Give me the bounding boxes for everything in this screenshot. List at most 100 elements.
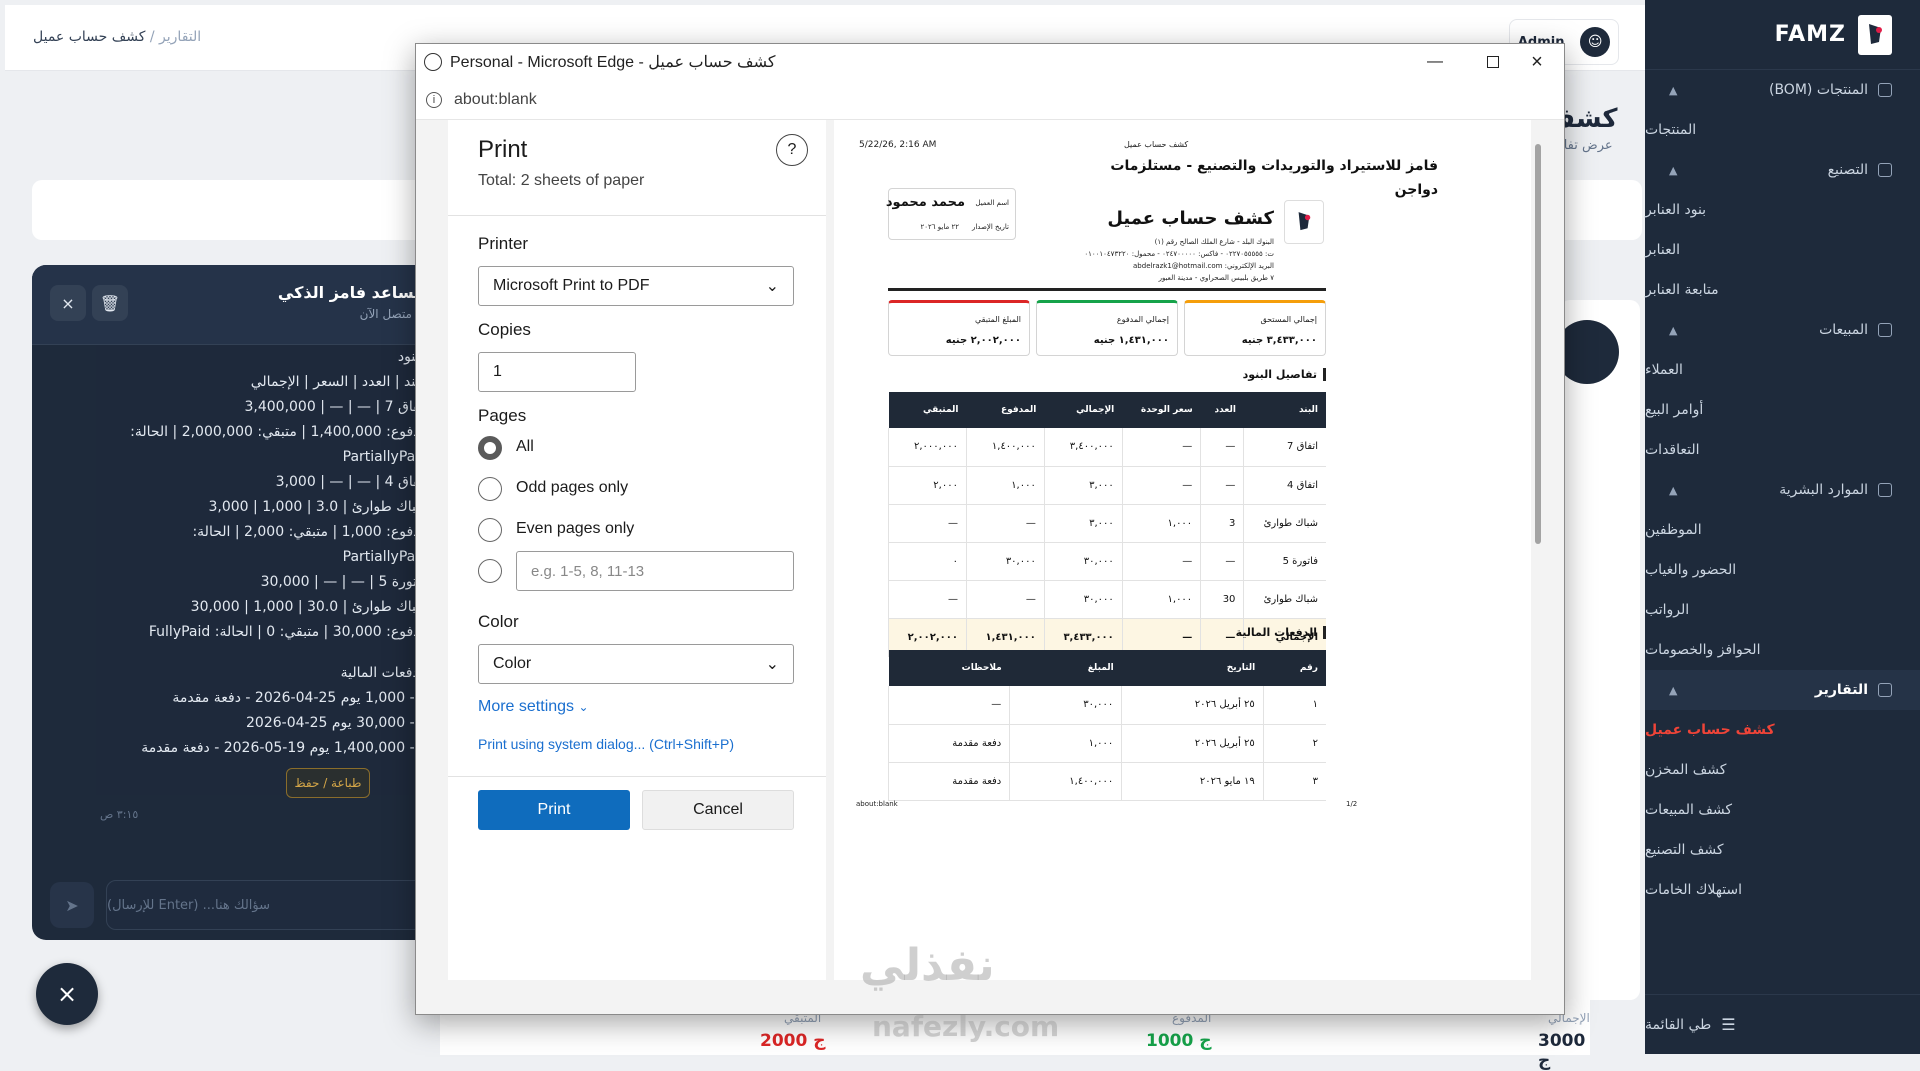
table-cell: اتفاق 7: [1243, 428, 1326, 467]
printer-select[interactable]: Microsoft Print to PDF ⌄: [478, 266, 794, 306]
sidebar-item-13[interactable]: الرواتب: [1645, 590, 1920, 630]
print-save-button[interactable]: طباعة / حفظ: [286, 768, 370, 798]
sidebar-item-label: العملاء: [1645, 362, 1683, 378]
radio-custom-pages[interactable]: [478, 559, 502, 583]
radio-even-pages[interactable]: [478, 518, 502, 542]
sidebar-group-label: المنتجات (BOM): [1768, 82, 1868, 98]
help-icon: ?: [787, 141, 797, 158]
close-window-button[interactable]: ×: [1508, 44, 1566, 80]
sidebar-item-3[interactable]: بنود العنابر: [1645, 190, 1920, 230]
page-range-input[interactable]: e.g. 1-5, 8, 11-13: [516, 551, 794, 591]
chevron-down-icon: ⌄: [765, 278, 779, 295]
sidebar-item-8[interactable]: أوامر البيع: [1645, 390, 1920, 430]
copies-label: Copies: [478, 320, 531, 339]
table-cell: ٠: [888, 542, 967, 581]
section-icon: [1878, 323, 1892, 337]
chat-message-line: شباك طوارئ | 3.0 | 1,000 | 3,000: [208, 499, 428, 515]
copies-input[interactable]: 1: [478, 352, 636, 392]
more-settings-label: More settings: [478, 698, 575, 715]
sidebar-group-6[interactable]: المبيعات ▲: [1645, 310, 1920, 350]
send-button[interactable]: ➤: [50, 882, 94, 928]
sidebar-item-label: أوامر البيع: [1645, 402, 1704, 418]
color-select[interactable]: Color ⌄: [478, 644, 794, 684]
sidebar-item-12[interactable]: الحضور والغياب: [1645, 550, 1920, 590]
sidebar-group-10[interactable]: الموارد البشرية ▲: [1645, 470, 1920, 510]
cancel-button[interactable]: Cancel: [642, 790, 794, 830]
system-dialog-link[interactable]: Print using system dialog... (Ctrl+Shift…: [478, 736, 734, 752]
preview-scroll-thumb[interactable]: [1535, 144, 1541, 544]
radio-odd-pages[interactable]: [478, 477, 502, 501]
sidebar-group-2[interactable]: التصنيع ▲: [1645, 150, 1920, 190]
clear-chat-button[interactable]: 🗑: [92, 285, 128, 321]
collapse-menu-button[interactable]: ☰ طي القائمة: [1645, 994, 1920, 1054]
statement-title: كشف حساب عميل: [1107, 208, 1274, 229]
issue-date-value: ٢٢ مايو ٢٠٢٦: [920, 223, 959, 231]
sidebar-item-11[interactable]: الموظفين: [1645, 510, 1920, 550]
chat-message-line: [102, 645, 452, 661]
chevron-up-icon: ▲: [1669, 163, 1678, 177]
table-cell: 3: [1200, 504, 1244, 543]
company-name: فامز للاستيراد والتوريدات والتصنيع - مست…: [1110, 158, 1438, 174]
sidebar-item-14[interactable]: الحوافز والخصومات: [1645, 630, 1920, 670]
address-bar[interactable]: i about:blank: [416, 80, 1564, 120]
collapse-menu-label: طي القائمة: [1645, 1016, 1712, 1033]
sidebar-item-label: بنود العنابر: [1645, 202, 1707, 218]
sidebar-item-5[interactable]: متابعة العنابر: [1645, 270, 1920, 310]
client-name: محمد محمود: [885, 195, 965, 210]
sidebar-item-17[interactable]: كشف المخزن: [1645, 750, 1920, 790]
table-cell: ٣,٤٠٠,٠٠٠: [1043, 428, 1123, 467]
sidebar-group-label: التقارير: [1814, 682, 1868, 698]
print-doc-title: كشف حساب عميل: [1124, 140, 1189, 149]
table-cell: —: [965, 504, 1045, 543]
table-cell: ١: [1262, 686, 1326, 725]
table-header-cell: العدد: [1200, 392, 1244, 428]
sidebar-item-4[interactable]: العنابر: [1645, 230, 1920, 270]
sidebar-item-19[interactable]: كشف التصنيع: [1645, 830, 1920, 870]
paid-value: ١,٤٣١,٠٠٠ جنيه: [1093, 335, 1169, 346]
sidebar-item-7[interactable]: العملاء: [1645, 350, 1920, 390]
table-cell: —: [1200, 428, 1244, 467]
chat-message-line: PartiallyPaid: [342, 449, 428, 465]
table-cell: دفعة مقدمة: [887, 762, 1010, 801]
chat-message-line: اتفاق 7 | — | — | 3,400,000: [244, 399, 429, 415]
sidebar-item-1[interactable]: المنتجات: [1645, 110, 1920, 150]
remaining-value: ٢,٠٠٢,٠٠٠ جنيه: [945, 335, 1021, 346]
chat-message-line: PartiallyPaid: [342, 549, 428, 565]
table-cell: ١,٠٠٠: [1009, 724, 1122, 763]
sidebar-group-0[interactable]: المنتجات (BOM) ▲: [1645, 70, 1920, 110]
sidebar-item-16[interactable]: كشف حساب عميل: [1645, 710, 1920, 750]
payments-table: رقم التاريخ المبلغ ملاحظات ١ ٢٥ أبريل ٢٠٢٦ ٣٠,…: [887, 650, 1326, 801]
watermark-url: nafezly.com: [872, 1010, 1060, 1043]
table-row: اتفاق 7— —٣,٤٠٠,٠٠٠ ١,٤٠٠,٠٠٠ ٢,٠٠٠,٠٠٠: [888, 428, 1326, 467]
summary-due-card: إجمالي المستحق ٣,٤٣٣,٠٠٠ جنيه: [1184, 300, 1326, 356]
breadcrumb-separator: /: [149, 29, 155, 45]
table-row: ٢ ٢٥ أبريل ٢٠٢٦ ١,٠٠٠ دفعة مقدمة: [887, 724, 1326, 763]
table-row: شباك طوارئ 30 ١,٠٠٠ ٣٠,٠٠٠— —: [888, 580, 1326, 619]
sidebar-item-label: كشف حساب عميل: [1645, 722, 1775, 738]
table-row: شباك طوارئ 3 ١,٠٠٠ ٣,٠٠٠— —: [888, 504, 1326, 543]
window-titlebar[interactable]: Personal - Microsoft Edge - كشف حساب عمي…: [416, 44, 1564, 80]
minimize-button[interactable]: —: [1406, 44, 1464, 80]
table-cell: ٣,٠٠٠: [1043, 466, 1123, 505]
chat-toggle-button[interactable]: ×: [36, 963, 98, 1025]
sidebar-item-18[interactable]: كشف المبيعات: [1645, 790, 1920, 830]
help-button[interactable]: ?: [776, 134, 808, 166]
section-icon: [1878, 163, 1892, 177]
items-table: البند العدد سعر الوحدة الإجمالي المدفوع المتب…: [888, 392, 1326, 657]
chat-input[interactable]: سؤالك هنا... (Enter للإرسال): [106, 880, 436, 930]
chat-message-line: الدفعات المالية: [340, 665, 428, 681]
chat-status-text: متصل الآن: [359, 307, 412, 321]
table-row: اتفاق 4— —٣,٠٠٠ ١,٠٠٠ ٢,٠٠٠: [888, 466, 1326, 505]
breadcrumb-current: كشف حساب عميل: [33, 29, 146, 45]
radio-all-pages[interactable]: [478, 436, 502, 460]
sidebar-item-20[interactable]: استهلاك الخامات: [1645, 870, 1920, 910]
chevron-down-icon: ⌄: [765, 656, 779, 673]
more-settings-link[interactable]: More settings ⌄: [478, 698, 589, 716]
sidebar-item-9[interactable]: التعاقدات: [1645, 430, 1920, 470]
close-chat-button[interactable]: ×: [50, 285, 86, 321]
print-button[interactable]: Print: [478, 790, 630, 830]
sidebar-group-15[interactable]: التقارير ▲: [1645, 670, 1920, 710]
table-cell: ٣: [1262, 762, 1326, 801]
print-preview-page: 5/22/26, 2:16 AM كشف حساب عميل فامز للاس…: [834, 120, 1540, 980]
breadcrumb-parent[interactable]: التقارير: [159, 29, 201, 45]
